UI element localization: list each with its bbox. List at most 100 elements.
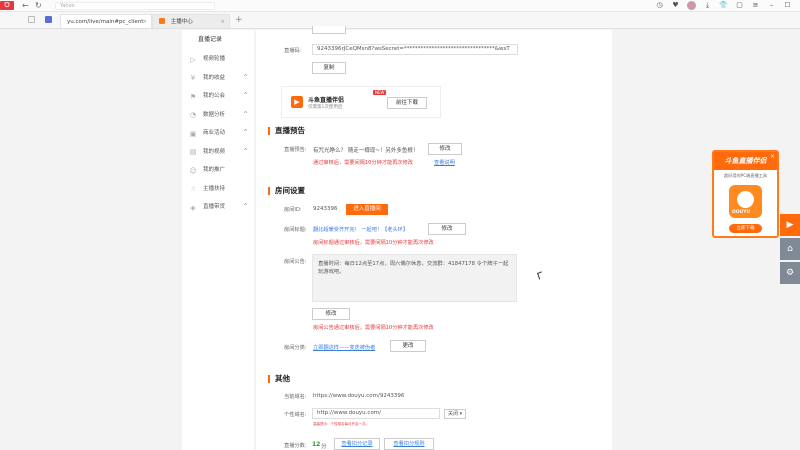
chart-icon: ◔ [189, 111, 197, 119]
room-title-modify-button[interactable]: 修改 [428, 223, 466, 235]
window-icon[interactable] [28, 16, 35, 23]
sidebar-item-label: 我的视频 [203, 148, 226, 155]
sidebar-item-label: 主播扶持 [203, 185, 226, 192]
promote-icon: ☺ [189, 166, 197, 175]
tab-douyu-client[interactable]: yu.com/live/main#pc_client × [60, 14, 152, 28]
custom-domain-select[interactable]: 关闭 ▾ [444, 409, 466, 419]
score-rules-link: 查看扣分规则 [393, 441, 425, 447]
sidebar: 直播记录 ▷ 视频轮播 ¥ 我的收益 ^ ⚑ 我的公会 ^ ◔ 数据分析 ^ ▣… [182, 30, 254, 450]
sidebar-item-support[interactable]: ☝ 主播扶持 [182, 180, 254, 199]
chevron-up-icon: ^ [242, 129, 248, 136]
browser-extensions: ◷ ♥ ⤓ 👕 ▢ ≡ – ☐ [655, 1, 792, 10]
sidebar-item-videos[interactable]: ▤ 我的视频 ^ [182, 143, 254, 162]
main-content: 直播码: 9243396rJCeQMsn8?wsSecret=*********… [256, 26, 612, 450]
avatar[interactable] [687, 1, 696, 10]
custom-domain-input[interactable]: http://www.douyu.com/ [312, 408, 440, 419]
sidebar-item-video-carousel[interactable]: ▷ 视频轮播 [182, 50, 254, 69]
room-notice-textarea[interactable]: 直播时间：每日12点至17点，周六偶尔休息，交流群：41847178 令个牌子一… [312, 254, 517, 302]
download-button[interactable]: 前往下载 [387, 97, 427, 109]
custom-domain-note: 温馨提示：个性域名每月开启一次。 [313, 422, 369, 426]
sidebar-item-income[interactable]: ¥ 我的收益 ^ [182, 69, 254, 88]
score-unit: 分 [321, 444, 327, 450]
sidebar-item-label: 我的收益 [203, 74, 226, 81]
new-badge: NEW [373, 90, 387, 95]
floating-promo-ad[interactable]: 斗鱼直播伴侣 × 超好用的PC端直播工具 DOUYU 立即下载 [712, 150, 779, 238]
sidebar-item-label: 直播带货 [203, 204, 226, 210]
screenshot-icon[interactable]: ▢ [735, 1, 744, 10]
shop-icon: ▣ [189, 129, 197, 138]
score-value: 12 [312, 441, 321, 448]
enter-room-button[interactable]: 进入直播间 [346, 204, 388, 215]
home-icon[interactable]: ⌂ [780, 238, 800, 260]
bag-icon: ◈ [190, 203, 196, 212]
menu-icon[interactable]: ≡ [751, 1, 760, 10]
back-button[interactable]: ← [22, 0, 29, 11]
close-icon[interactable]: × [770, 153, 775, 160]
sidebar-item-business[interactable]: ▣ 商业活动 ^ [182, 124, 254, 143]
score-record-button[interactable]: 查看扣分记录 [334, 438, 380, 450]
coin-icon: ¥ [190, 74, 196, 82]
download-icon[interactable]: ⤓ [703, 1, 712, 10]
sidebar-item-analytics[interactable]: ◔ 数据分析 ^ [182, 106, 254, 125]
room-category-change-button[interactable]: 更改 [390, 340, 426, 352]
minimize-icon[interactable]: – [767, 1, 776, 10]
heart-icon[interactable]: ♥ [671, 1, 680, 10]
sidebar-item-live-commerce[interactable]: ◈ 直播带货 ^ [182, 198, 254, 217]
tab-bar: yu.com/live/main#pc_client × 主播中心 × + [0, 12, 800, 29]
pinned-tab-icon[interactable] [45, 16, 52, 23]
maximize-icon[interactable]: ☐ [783, 1, 792, 10]
score-rules-button[interactable]: 查看扣分规则 [384, 438, 434, 450]
chevron-up-icon: ^ [242, 110, 248, 118]
guild-icon: ⚑ [189, 92, 197, 101]
tab-bar-left-icons [28, 16, 52, 23]
room-notice-modify-button[interactable]: 修改 [312, 308, 350, 320]
section-title-other: 其他 [268, 375, 290, 383]
sidebar-item-label: 商业活动 [203, 130, 226, 136]
top-partial-button[interactable] [312, 26, 346, 34]
history-icon[interactable]: ◷ [655, 1, 664, 10]
section-title-room: 房间设置 [268, 187, 305, 195]
chevron-down-icon: ▾ [459, 411, 463, 417]
ad-brand: DOUYU [732, 210, 751, 215]
tab-anchor-center[interactable]: 主播中心 × [152, 14, 230, 28]
select-value: 关闭 [448, 411, 459, 417]
video-icon: ▤ [189, 148, 197, 156]
browser-toolbar: ᗜ ← ↻ Yahoo ◷ ♥ ⤓ 👕 ▢ ≡ – ☐ [0, 0, 800, 12]
douyu-favicon-icon [159, 18, 165, 24]
browser-logo[interactable]: ᗜ [0, 1, 14, 10]
tab-title: 主播中心 [170, 19, 193, 25]
shirt-icon[interactable]: 👕 [719, 1, 728, 10]
room-title-note: 房间标题通过审核后，需要间隔10分钟才能再次修改 [313, 240, 434, 246]
stream-code-field[interactable]: 9243396rJCeQMsn8?wsSecret=**************… [312, 44, 518, 55]
sidebar-item-live-record[interactable]: 直播记录 [182, 30, 254, 50]
score-record-link: 查看扣分记录 [341, 441, 373, 447]
promo-name: 斗鱼直播伴侣 [308, 97, 345, 104]
room-category-value[interactable]: 立即翻这样——变迭被伪者 [313, 344, 375, 351]
sidebar-item-guild[interactable]: ⚑ 我的公会 ^ [182, 87, 254, 106]
close-icon[interactable]: × [142, 15, 147, 29]
room-category-label: 房间分类: [284, 345, 307, 351]
play-icon[interactable]: ▶ [780, 214, 800, 236]
sidebar-item-label: 视频轮播 [203, 56, 226, 62]
current-domain-label: 当前域名: [284, 394, 307, 400]
preview-value: 有咒光睁么？ 随走一樽现~！另外多鱼根！ [313, 148, 419, 154]
close-icon[interactable]: × [220, 15, 225, 29]
sidebar-item-promotion[interactable]: ☺ 我的推广 [182, 161, 254, 180]
room-notice-label: 房间公告: [284, 259, 307, 265]
refresh-button[interactable]: ↻ [35, 0, 42, 11]
obs-promo-card: ▶ 斗鱼直播伴侣 NEW 仅需第1次使用后 前往下载 [281, 86, 441, 118]
copy-button[interactable]: 复制 [312, 62, 346, 74]
settings-icon[interactable]: ⚙ [780, 262, 800, 284]
preview-modify-button[interactable]: 修改 [428, 143, 462, 155]
preview-note: 通过审核后，需要间隔10分钟才能再次修改 [313, 160, 413, 166]
tab-title: yu.com/live/main#pc_client [67, 19, 144, 25]
ad-download-button[interactable]: 立即下载 [729, 224, 762, 233]
side-toolbar: ▶ ⌂ ⚙ [780, 214, 800, 286]
chevron-up-icon: ^ [242, 147, 248, 155]
address-bar[interactable]: Yahoo [55, 2, 215, 10]
score-label: 直播分数: [284, 443, 307, 449]
promo-desc: 仅需第1次使用后 [308, 105, 343, 110]
room-title-value[interactable]: 翻比超暖受齐开完！ 一起吧！【老头环】 [313, 226, 408, 233]
new-tab-button[interactable]: + [235, 15, 243, 25]
preview-info-link[interactable]: 查看说明 [434, 159, 455, 166]
